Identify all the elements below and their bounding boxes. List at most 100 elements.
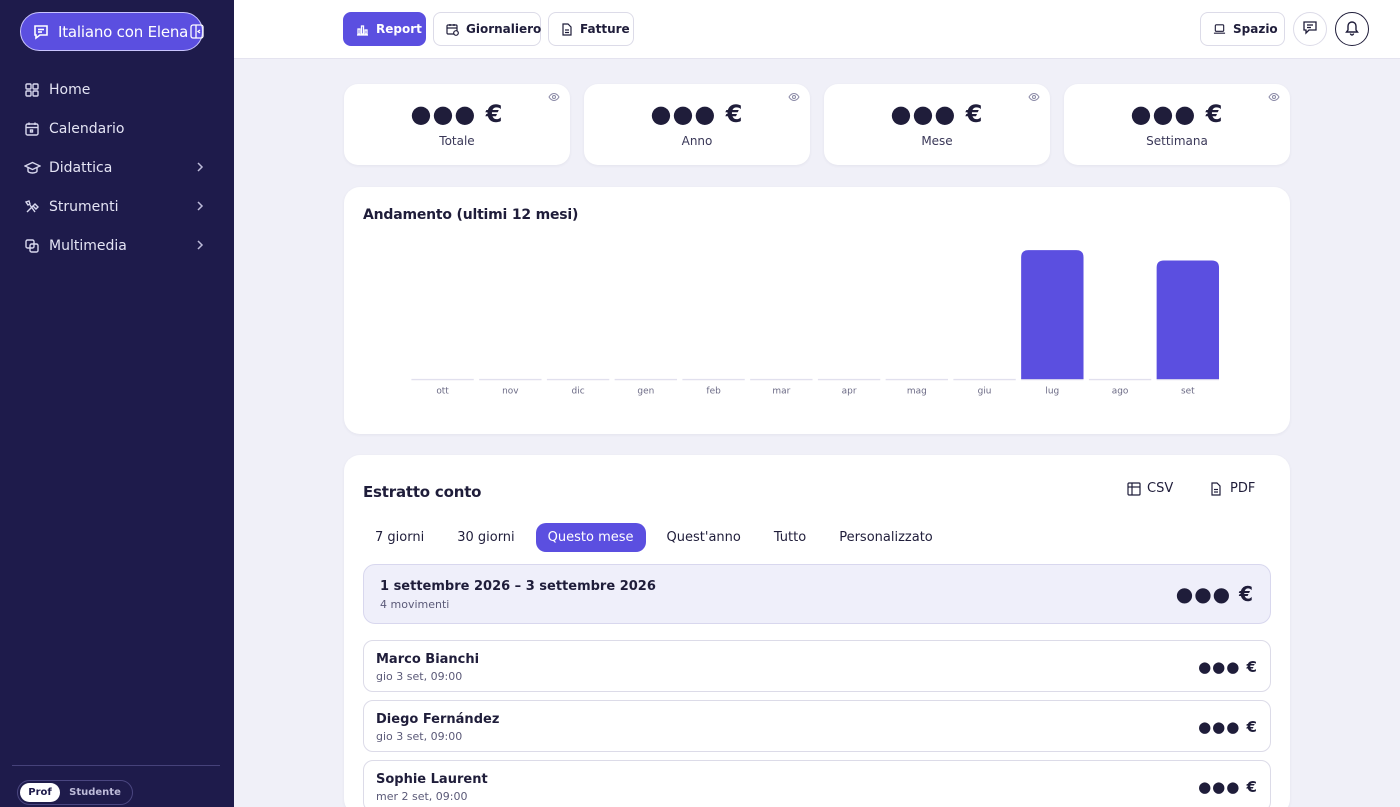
chart-title: Andamento (ultimi 12 mesi) — [363, 207, 579, 223]
calendar-icon — [24, 120, 41, 137]
sidebar-item-calendario[interactable]: Calendario — [0, 109, 234, 148]
row-amount: ●●● € — [1198, 718, 1258, 736]
x-tick-label: set — [1181, 386, 1195, 396]
filter-quest-anno[interactable]: Quest'anno — [655, 523, 753, 552]
sidebar-item-home[interactable]: Home — [0, 70, 234, 109]
stat-card-totale: ●●● € Totale — [344, 84, 570, 165]
x-tick-label: lug — [1045, 386, 1059, 396]
export-pdf-label: PDF — [1230, 481, 1256, 496]
laptop-icon — [1213, 23, 1226, 36]
x-tick-label: feb — [706, 386, 721, 396]
stat-value: ●●● € — [890, 100, 984, 128]
row-name: Marco Bianchi — [376, 652, 480, 667]
export-pdf-button[interactable]: PDF — [1210, 481, 1255, 496]
role-option-studente[interactable]: Studente — [60, 783, 130, 802]
x-tick-label: gen — [637, 386, 654, 396]
export-csv-button[interactable]: CSV — [1127, 481, 1173, 496]
x-tick-label: mar — [772, 386, 790, 396]
period-filters: 7 giorni 30 giorni Questo mese Quest'ann… — [363, 523, 954, 552]
row-date: gio 3 set, 09:00 — [376, 670, 463, 683]
sidebar-nav: Home Calendario Didattica Strumenti Mult… — [0, 70, 234, 265]
stat-label: Settimana — [1146, 134, 1208, 148]
stat-card-mese: ●●● € Mese — [824, 84, 1050, 165]
message-icon — [1302, 19, 1318, 39]
graduation-cap-icon — [24, 159, 41, 176]
bar-chart-icon — [356, 23, 369, 36]
tab-label: Report — [376, 22, 422, 36]
stat-label: Anno — [681, 134, 713, 148]
row-date: mer 2 set, 09:00 — [376, 790, 468, 803]
filter-questo-mese[interactable]: Questo mese — [535, 523, 646, 552]
period-summary: 1 settembre 2026 – 3 settembre 2026 4 mo… — [363, 564, 1271, 624]
sidebar-item-label: Didattica — [49, 159, 113, 176]
export-csv-label: CSV — [1147, 481, 1174, 496]
stat-value: ●●● € — [650, 100, 744, 128]
statement-title: Estratto conto — [363, 483, 482, 501]
calendar-clock-icon — [446, 23, 459, 36]
stat-card-anno: ●●● € Anno — [584, 84, 810, 165]
stat-value: ●●● € — [410, 100, 504, 128]
notifications-button[interactable] — [1335, 12, 1369, 46]
trend-chart-card: Andamento (ultimi 12 mesi) ott nov dic gen f… — [344, 187, 1290, 434]
table-icon — [1127, 481, 1141, 496]
row-date: gio 3 set, 09:00 — [376, 730, 463, 743]
filter-tutto[interactable]: Tutto — [762, 523, 818, 552]
table-row[interactable]: Sophie Laurent mer 2 set, 09:00 ●●● € — [363, 760, 1271, 807]
workspace-name: Italiano con Elena — [58, 22, 189, 41]
eye-icon[interactable] — [1028, 92, 1040, 102]
bar-lug[interactable] — [1021, 250, 1084, 380]
x-tick-label: ago — [1112, 386, 1129, 396]
document-icon — [561, 22, 573, 36]
tab-fatture[interactable]: Fatture — [548, 12, 634, 46]
stat-label: Mese — [921, 134, 953, 148]
table-row[interactable]: Marco Bianchi gio 3 set, 09:00 ●●● € — [363, 640, 1271, 692]
x-tick-label: giu — [978, 386, 992, 396]
sidebar-item-strumenti[interactable]: Strumenti — [0, 187, 234, 226]
filter-30-giorni[interactable]: 30 giorni — [445, 523, 526, 552]
sidebar: Italiano con Elena Home Calendario Didat… — [0, 0, 234, 807]
messages-button[interactable] — [1293, 12, 1327, 46]
sidebar-item-label: Strumenti — [49, 198, 119, 215]
role-option-prof[interactable]: Prof — [20, 783, 60, 802]
spazio-label: Spazio — [1233, 22, 1278, 36]
chevron-right-icon — [196, 161, 206, 173]
chat-bubble-icon — [32, 23, 50, 41]
sidebar-item-label: Calendario — [49, 120, 125, 137]
summary-range: 1 settembre 2026 – 3 settembre 2026 — [380, 579, 656, 594]
eye-icon[interactable] — [1268, 92, 1280, 102]
tab-report[interactable]: Report — [343, 12, 426, 46]
chevron-right-icon — [196, 239, 206, 251]
table-row[interactable]: Diego Fernández gio 3 set, 09:00 ●●● € — [363, 700, 1271, 752]
summary-amount: ●●● € — [1175, 582, 1254, 606]
x-tick-label: nov — [502, 386, 519, 396]
bell-icon — [1344, 19, 1360, 40]
grid-icon — [24, 81, 41, 98]
eye-icon[interactable] — [788, 92, 800, 102]
tab-label: Fatture — [580, 22, 630, 36]
spazio-button[interactable]: Spazio — [1200, 12, 1285, 46]
filter-personalizzato[interactable]: Personalizzato — [827, 523, 945, 552]
sidebar-divider — [12, 765, 220, 766]
eye-icon[interactable] — [548, 92, 560, 102]
bar-set[interactable] — [1156, 260, 1220, 380]
stat-label: Totale — [439, 134, 475, 148]
tab-giornaliero[interactable]: Giornaliero — [433, 12, 541, 46]
stat-value: ●●● € — [1130, 100, 1224, 128]
collapse-sidebar-icon[interactable] — [190, 24, 204, 39]
media-icon — [24, 237, 41, 254]
workspace-switcher[interactable]: Italiano con Elena — [20, 12, 204, 51]
role-toggle: Prof Studente — [17, 780, 133, 805]
row-amount: ●●● € — [1198, 658, 1258, 676]
sidebar-item-label: Home — [49, 81, 91, 98]
trend-bar-chart: ott nov dic gen feb mar apr mag giu lug ago set — [411, 250, 1220, 396]
x-tick-label: ott — [436, 386, 449, 396]
row-amount: ●●● € — [1198, 778, 1258, 796]
sidebar-item-didattica[interactable]: Didattica — [0, 148, 234, 187]
x-tick-label: apr — [842, 386, 857, 396]
sidebar-item-multimedia[interactable]: Multimedia — [0, 226, 234, 265]
filter-7-giorni[interactable]: 7 giorni — [363, 523, 436, 552]
document-icon — [1210, 481, 1224, 496]
x-tick-label: mag — [907, 386, 927, 396]
statement-card: Estratto conto CSV PDF 7 giorni 30 giorn… — [344, 455, 1290, 807]
stat-card-settimana: ●●● € Settimana — [1064, 84, 1290, 165]
